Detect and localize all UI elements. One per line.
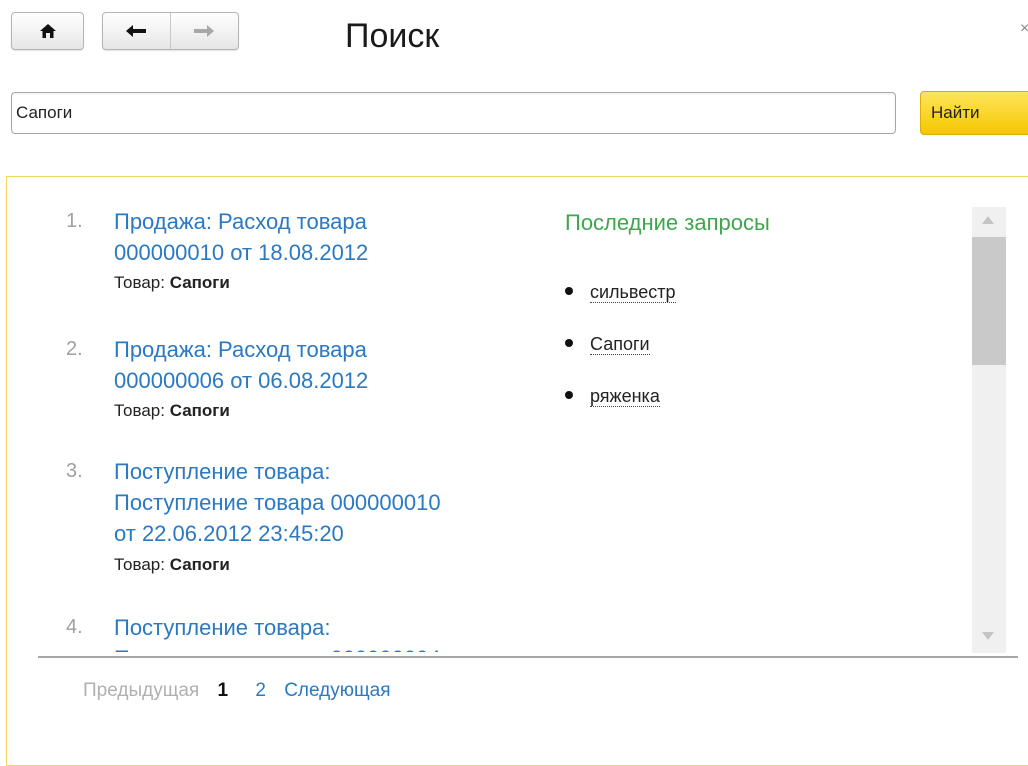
bullet-icon [565,287,573,296]
page-title: Поиск [345,17,440,55]
scroll-down-icon[interactable] [982,632,994,640]
next-page-link[interactable]: Следующая [284,680,390,701]
recent-queries-title: Последние запросы [565,210,770,235]
arrow-right-icon [194,25,215,37]
recent-query-link[interactable]: ряженка [590,386,660,407]
results-list: 1. Продажа: Расход товара 000000010 от 1… [66,206,536,652]
recent-query-link[interactable]: сильвестр [590,282,676,303]
result-meta: Товар: Сапоги [114,555,230,574]
forward-button[interactable] [171,13,239,49]
result-title-link[interactable]: Продажа: Расход товара 000000006 от 06.0… [114,334,368,396]
result-title-link[interactable]: Поступление товара: Поступление товара 0… [114,456,441,549]
result-title-link[interactable]: Продажа: Расход товара 000000010 от 18.0… [114,206,368,268]
navigation-buttons [102,12,239,50]
results-scrollbar[interactable] [972,207,1006,653]
result-number: 2. [66,338,83,360]
result-meta: Товар: Сапоги [114,401,230,420]
divider [38,656,1018,658]
arrow-left-icon [126,25,147,37]
find-button[interactable]: Найти [920,91,1028,135]
result-number: 1. [66,210,83,232]
result-number: 3. [66,460,83,482]
recent-query-item: сильвестр [565,282,676,303]
home-icon [12,13,83,49]
page-link-2[interactable]: 2 [255,680,266,701]
recent-query-link[interactable]: Сапоги [590,334,650,355]
bullet-icon [565,339,573,348]
scroll-up-icon[interactable] [982,216,994,224]
result-meta: Товар: Сапоги [114,273,230,292]
pagination: Предыдущая 1 2 Следующая [83,680,403,702]
home-button[interactable] [11,12,84,50]
back-button[interactable] [103,13,171,49]
previous-page-link: Предыдущая [83,680,200,701]
bullet-icon [565,391,573,400]
search-input[interactable] [11,92,896,134]
close-button[interactable]: × [1020,20,1028,38]
result-number: 4. [66,616,83,638]
recent-query-item: ряженка [565,386,660,407]
scroll-thumb[interactable] [972,237,1006,365]
result-title-link[interactable]: Поступление товара: Поступление товара 0… [114,612,441,652]
recent-query-item: Сапоги [565,334,650,355]
current-page: 1 [217,680,229,701]
